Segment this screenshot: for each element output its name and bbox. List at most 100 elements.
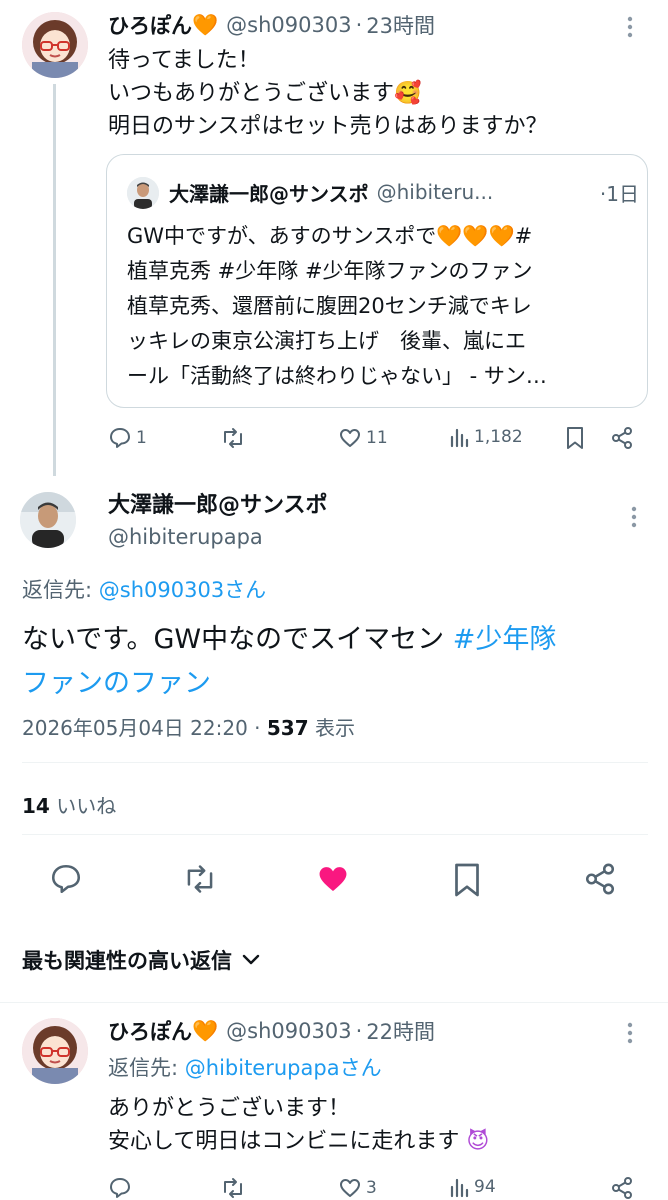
timestamp[interactable]: 22時間	[366, 1016, 435, 1046]
datetime[interactable]: 2026年05月04日 22:20	[22, 716, 248, 740]
view-count: 1,182	[474, 427, 523, 447]
avatar[interactable]	[22, 1018, 88, 1084]
views-button[interactable]: 94	[450, 1176, 496, 1198]
share-button[interactable]	[610, 1176, 634, 1200]
repost-button[interactable]	[220, 426, 246, 450]
views-button[interactable]: 1,182	[450, 426, 523, 448]
like-button[interactable]: 11	[338, 426, 388, 450]
hashtag-link[interactable]: ファンのファン	[22, 668, 211, 699]
reply-to-user-link[interactable]: @hibiterupapaさん	[185, 1056, 382, 1080]
bookmark-button[interactable]	[452, 862, 482, 898]
divider	[22, 834, 648, 835]
reply-to-label: 返信先:	[22, 578, 93, 602]
quote-text-line: 植草克秀、還暦前に腹囲20センチ減でキレ	[127, 294, 532, 318]
orange-hearts-emoji: 🧡🧡🧡	[436, 224, 515, 248]
smiling-imp-emoji: 😈	[466, 1129, 490, 1154]
share-button[interactable]	[583, 862, 617, 896]
reply-icon	[108, 426, 132, 450]
handle[interactable]: @sh090303	[226, 13, 351, 37]
chevron-down-icon	[242, 954, 260, 966]
repost-button[interactable]	[220, 1176, 246, 1200]
reply-to-line: 返信先: @sh090303さん	[22, 574, 266, 604]
share-icon	[610, 1176, 634, 1200]
like-button[interactable]: 3	[338, 1176, 377, 1200]
likes-summary[interactable]: 14 いいね	[22, 790, 116, 819]
separator-dot: ·	[355, 13, 363, 37]
tweet-text-span: ないです。GW中なのでスイマセン	[22, 624, 445, 655]
display-name: 大澤謙一郎@サンスポ	[169, 181, 369, 206]
quote-text-line: 植草克秀 #少年隊 #少年隊ファンのファン	[127, 259, 533, 283]
tweet-text-line: 待ってました！	[108, 48, 260, 73]
tweet-header: ひろぽん 🧡 @sh090303 · 22時間	[108, 1016, 435, 1046]
replies-sort-label: 最も関連性の高い返信	[22, 949, 232, 973]
quote-text-line: ール「活動終了は終わりじゃない」 - サン…	[127, 364, 547, 388]
hiropon-avatar-illustration	[22, 12, 88, 78]
like-count: 3	[366, 1178, 377, 1198]
person-avatar-illustration	[127, 177, 159, 209]
thread-line	[53, 84, 56, 476]
timestamp: ·1日	[599, 181, 639, 206]
tweet-text-line: 明日のサンスポはセット売りはありますか？	[108, 114, 548, 139]
more-icon[interactable]	[630, 506, 638, 528]
display-name[interactable]: ひろぽん	[108, 1016, 192, 1046]
reply-button[interactable]	[108, 1176, 136, 1200]
avatar[interactable]	[22, 12, 88, 78]
tweet-header: ひろぽん 🧡 @sh090303 · 23時間	[108, 10, 435, 40]
handle[interactable]: @hibiterupapa	[108, 520, 328, 554]
person-avatar-illustration	[20, 492, 76, 548]
heart-icon	[338, 1176, 362, 1200]
bookmark-icon	[565, 426, 585, 450]
analytics-icon	[450, 426, 470, 448]
repost-icon	[220, 1176, 246, 1200]
reply-button[interactable]: 1	[108, 426, 147, 450]
views-label: 表示	[314, 716, 355, 740]
repost-button[interactable]	[182, 862, 218, 896]
handle: @hibiteru...	[376, 180, 494, 204]
bookmark-button[interactable]	[565, 426, 585, 450]
hashtag-link[interactable]: #少年隊	[453, 624, 557, 655]
handle[interactable]: @sh090303	[226, 1019, 351, 1043]
hiropon-avatar-illustration	[22, 1018, 88, 1084]
quote-header: 大澤謙一郎@サンスポ @hibiteru... ·1日	[169, 175, 639, 209]
tweet-text-line: 安心して明日はコンビニに走れます 😈	[108, 1125, 489, 1158]
repost-icon	[220, 426, 246, 450]
tweet-text-span: 安心して明日はコンビニに走れます	[108, 1129, 460, 1154]
more-icon[interactable]	[626, 1022, 634, 1044]
orange-heart-emoji: 🧡	[192, 12, 219, 37]
quoted-tweet-card[interactable]: 大澤謙一郎@サンスポ @hibiteru... ·1日 GW中ですが、あすのサン…	[106, 154, 648, 408]
avatar	[127, 177, 159, 209]
share-button[interactable]	[610, 426, 634, 450]
separator-dot: ·	[355, 1019, 363, 1043]
author-block: 大澤謙一郎@サンスポ @hibiterupapa	[108, 492, 328, 554]
like-count: 14	[22, 794, 50, 818]
tweet-text: ないです。GW中なのでスイマセン #少年隊 ファンのファン	[22, 618, 556, 706]
avatar[interactable]	[20, 492, 76, 548]
timestamp[interactable]: 23時間	[366, 10, 435, 40]
likes-label: いいね	[56, 794, 117, 818]
quote-text-line: ッキレの東京公演打ち上げ 後輩、嵐にエ	[127, 329, 526, 353]
smiling-hearts-emoji: 🥰	[394, 81, 422, 106]
repost-icon	[187, 865, 213, 893]
reply-to-user-link[interactable]: @sh090303さん	[99, 578, 266, 602]
reply-icon	[108, 1176, 132, 1200]
quote-text: GW中ですが、あすのサンスポで🧡🧡🧡# 植草克秀 #少年隊 #少年隊ファンのファ…	[127, 219, 547, 394]
reply-icon	[51, 864, 81, 894]
tweet-text-line: ファンのファン	[22, 662, 556, 706]
separator-dot: ·	[254, 716, 267, 740]
tweet-meta: 2026年05月04日 22:20 · 537 表示	[22, 712, 355, 741]
like-button-active[interactable]	[316, 862, 350, 896]
tweet-text-span: いつもありがとうございます	[108, 81, 395, 106]
more-icon[interactable]	[626, 16, 634, 38]
analytics-icon	[450, 1176, 470, 1198]
divider	[0, 1002, 668, 1003]
reply-to-line: 返信先: @hibiterupapaさん	[108, 1052, 382, 1082]
view-count: 94	[474, 1177, 496, 1197]
heart-icon	[338, 426, 362, 450]
bookmark-icon	[455, 863, 479, 897]
reply-button[interactable]	[49, 862, 83, 896]
replies-sort-dropdown[interactable]: 最も関連性の高い返信	[22, 945, 260, 975]
display-name[interactable]: ひろぽん	[108, 10, 192, 40]
display-name[interactable]: 大澤謙一郎@サンスポ	[108, 492, 328, 520]
like-count: 11	[366, 428, 388, 448]
tweet-text-line: ないです。GW中なのでスイマセン #少年隊	[22, 618, 556, 662]
